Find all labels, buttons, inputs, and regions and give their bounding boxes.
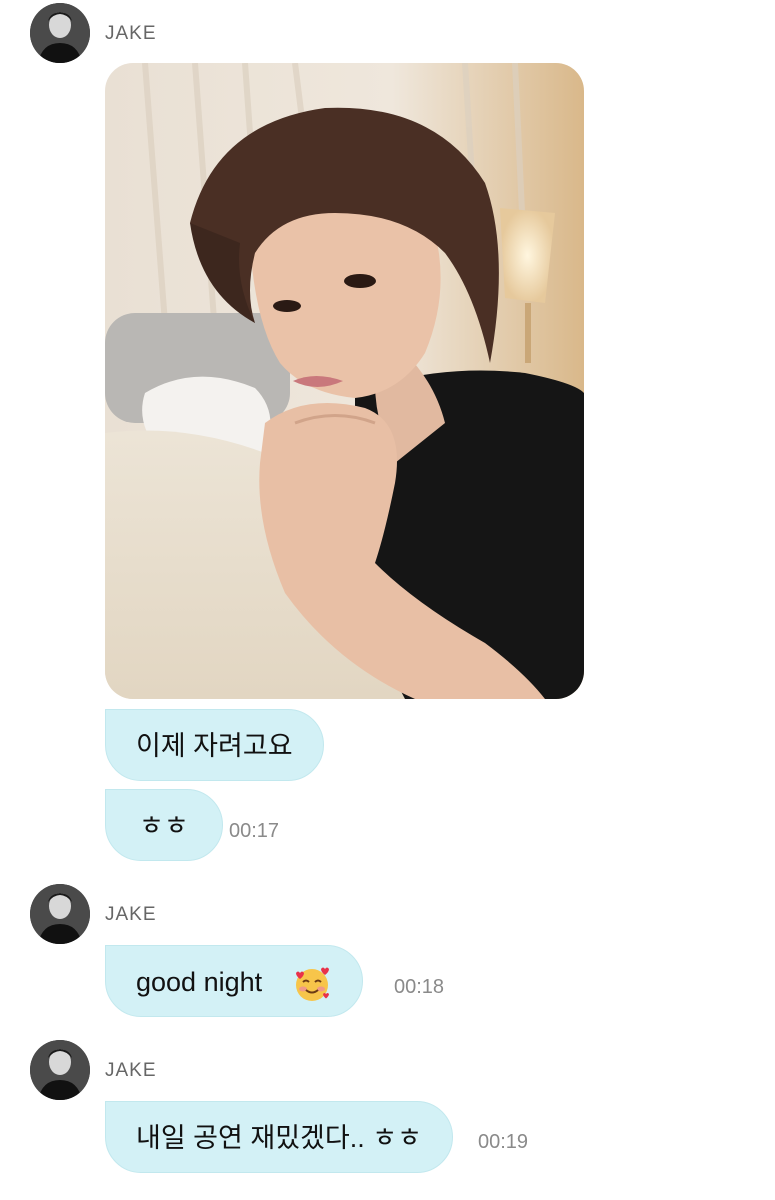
avatar[interactable] xyxy=(30,3,90,63)
smiling-face-with-hearts-icon xyxy=(292,964,332,1004)
timestamp: 00:17 xyxy=(229,820,280,842)
avatar[interactable] xyxy=(30,884,90,944)
avatar[interactable] xyxy=(30,1040,90,1100)
sender-name: JAKE xyxy=(105,23,157,44)
message-text: 이제 자려고요 xyxy=(136,731,293,761)
message-text: 내일 공연 재밌겠다.. ㅎㅎ xyxy=(136,1123,422,1153)
profile-photo-icon xyxy=(30,884,90,944)
sender-name: JAKE xyxy=(105,904,157,925)
sender-name: JAKE xyxy=(105,1060,157,1081)
profile-photo-icon xyxy=(30,3,90,63)
message-bubble[interactable]: ㅎㅎ xyxy=(105,789,223,861)
message-bubble[interactable]: 이제 자려고요 xyxy=(105,709,324,781)
selfie-photo-image xyxy=(105,63,584,699)
timestamp: 00:19 xyxy=(478,1131,529,1153)
profile-photo-icon xyxy=(30,1040,90,1100)
message-bubble[interactable]: good night xyxy=(105,945,363,1017)
message-text: ㅎㅎ xyxy=(139,811,189,841)
message-bubble[interactable]: 내일 공연 재밌겠다.. ㅎㅎ xyxy=(105,1101,453,1173)
message-text: good night xyxy=(136,967,263,997)
timestamp: 00:18 xyxy=(394,976,445,998)
message-photo[interactable] xyxy=(105,63,584,699)
